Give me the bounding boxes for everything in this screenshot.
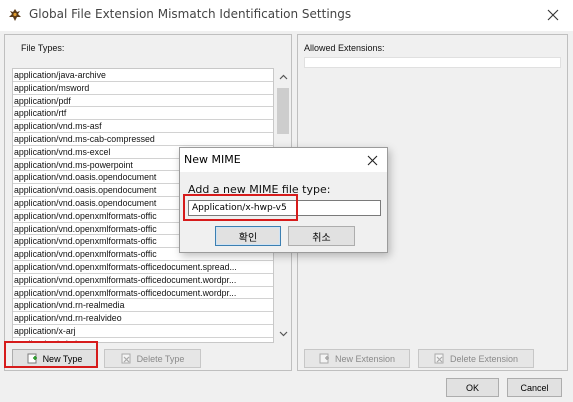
file-type-item[interactable]: application/vnd.rn-realmedia: [13, 299, 273, 313]
allowed-extensions-list[interactable]: [304, 57, 561, 68]
window-title: Global File Extension Mismatch Identific…: [29, 7, 352, 21]
scroll-up-button[interactable]: [275, 68, 291, 86]
gecko-icon: [9, 9, 21, 21]
file-types-label: File Types:: [21, 43, 65, 53]
delete-extension-label: Delete Extension: [449, 353, 519, 364]
close-icon: [367, 155, 377, 165]
scroll-down-button[interactable]: [275, 325, 291, 343]
delete-item-icon: [121, 353, 131, 364]
delete-item-icon: [434, 353, 444, 364]
chevron-up-icon: [279, 74, 287, 80]
dialog-cancel-label: 취소: [312, 232, 331, 244]
dialog-close-button[interactable]: [363, 151, 381, 169]
close-icon: [547, 9, 559, 21]
dialog-cancel-button[interactable]: 취소: [288, 226, 355, 246]
file-type-item[interactable]: application/pdf: [13, 95, 273, 108]
dialog-title-bar: New MIME: [180, 148, 387, 172]
file-type-item[interactable]: application/msword: [13, 82, 273, 95]
confirm-button[interactable]: 확인: [215, 226, 281, 246]
file-type-item[interactable]: application/x-arj: [13, 325, 273, 338]
file-type-item[interactable]: application/vnd.rn-realvideo: [13, 312, 273, 325]
window-close-button[interactable]: [541, 4, 565, 26]
file-type-item[interactable]: application/rtf: [13, 107, 273, 121]
cancel-button[interactable]: Cancel: [507, 378, 562, 397]
delete-extension-button[interactable]: Delete Extension: [418, 349, 534, 368]
file-type-item[interactable]: application/vnd.openxmlformats-officedoc…: [13, 274, 273, 287]
allowed-extensions-label: Allowed Extensions:: [304, 43, 385, 53]
scroll-thumb[interactable]: [277, 88, 289, 134]
file-type-item[interactable]: application/vnd.openxmlformats-officedoc…: [13, 287, 273, 300]
ok-button[interactable]: OK: [446, 378, 499, 397]
title-bar: Global File Extension Mismatch Identific…: [0, 0, 573, 31]
dialog-title: New MIME: [184, 153, 241, 166]
confirm-label: 확인: [238, 232, 258, 244]
new-extension-label: New Extension: [334, 353, 396, 364]
file-type-item[interactable]: application/vnd.openxmlformats-officedoc…: [13, 261, 273, 274]
new-item-icon: [319, 353, 329, 364]
chevron-down-icon: [279, 331, 287, 337]
file-type-item[interactable]: application/java-archive: [13, 69, 273, 82]
ok-label: OK: [465, 382, 479, 393]
delete-type-button[interactable]: Delete Type: [104, 349, 201, 368]
input-highlight: [183, 194, 298, 221]
file-type-item[interactable]: application/vnd.ms-asf: [13, 120, 273, 133]
new-type-highlight: [4, 341, 98, 368]
new-extension-button[interactable]: New Extension: [304, 349, 410, 368]
file-type-item[interactable]: application/vnd.ms-cab-compressed: [13, 133, 273, 146]
cancel-label: Cancel: [520, 382, 549, 393]
delete-type-label: Delete Type: [136, 353, 185, 364]
